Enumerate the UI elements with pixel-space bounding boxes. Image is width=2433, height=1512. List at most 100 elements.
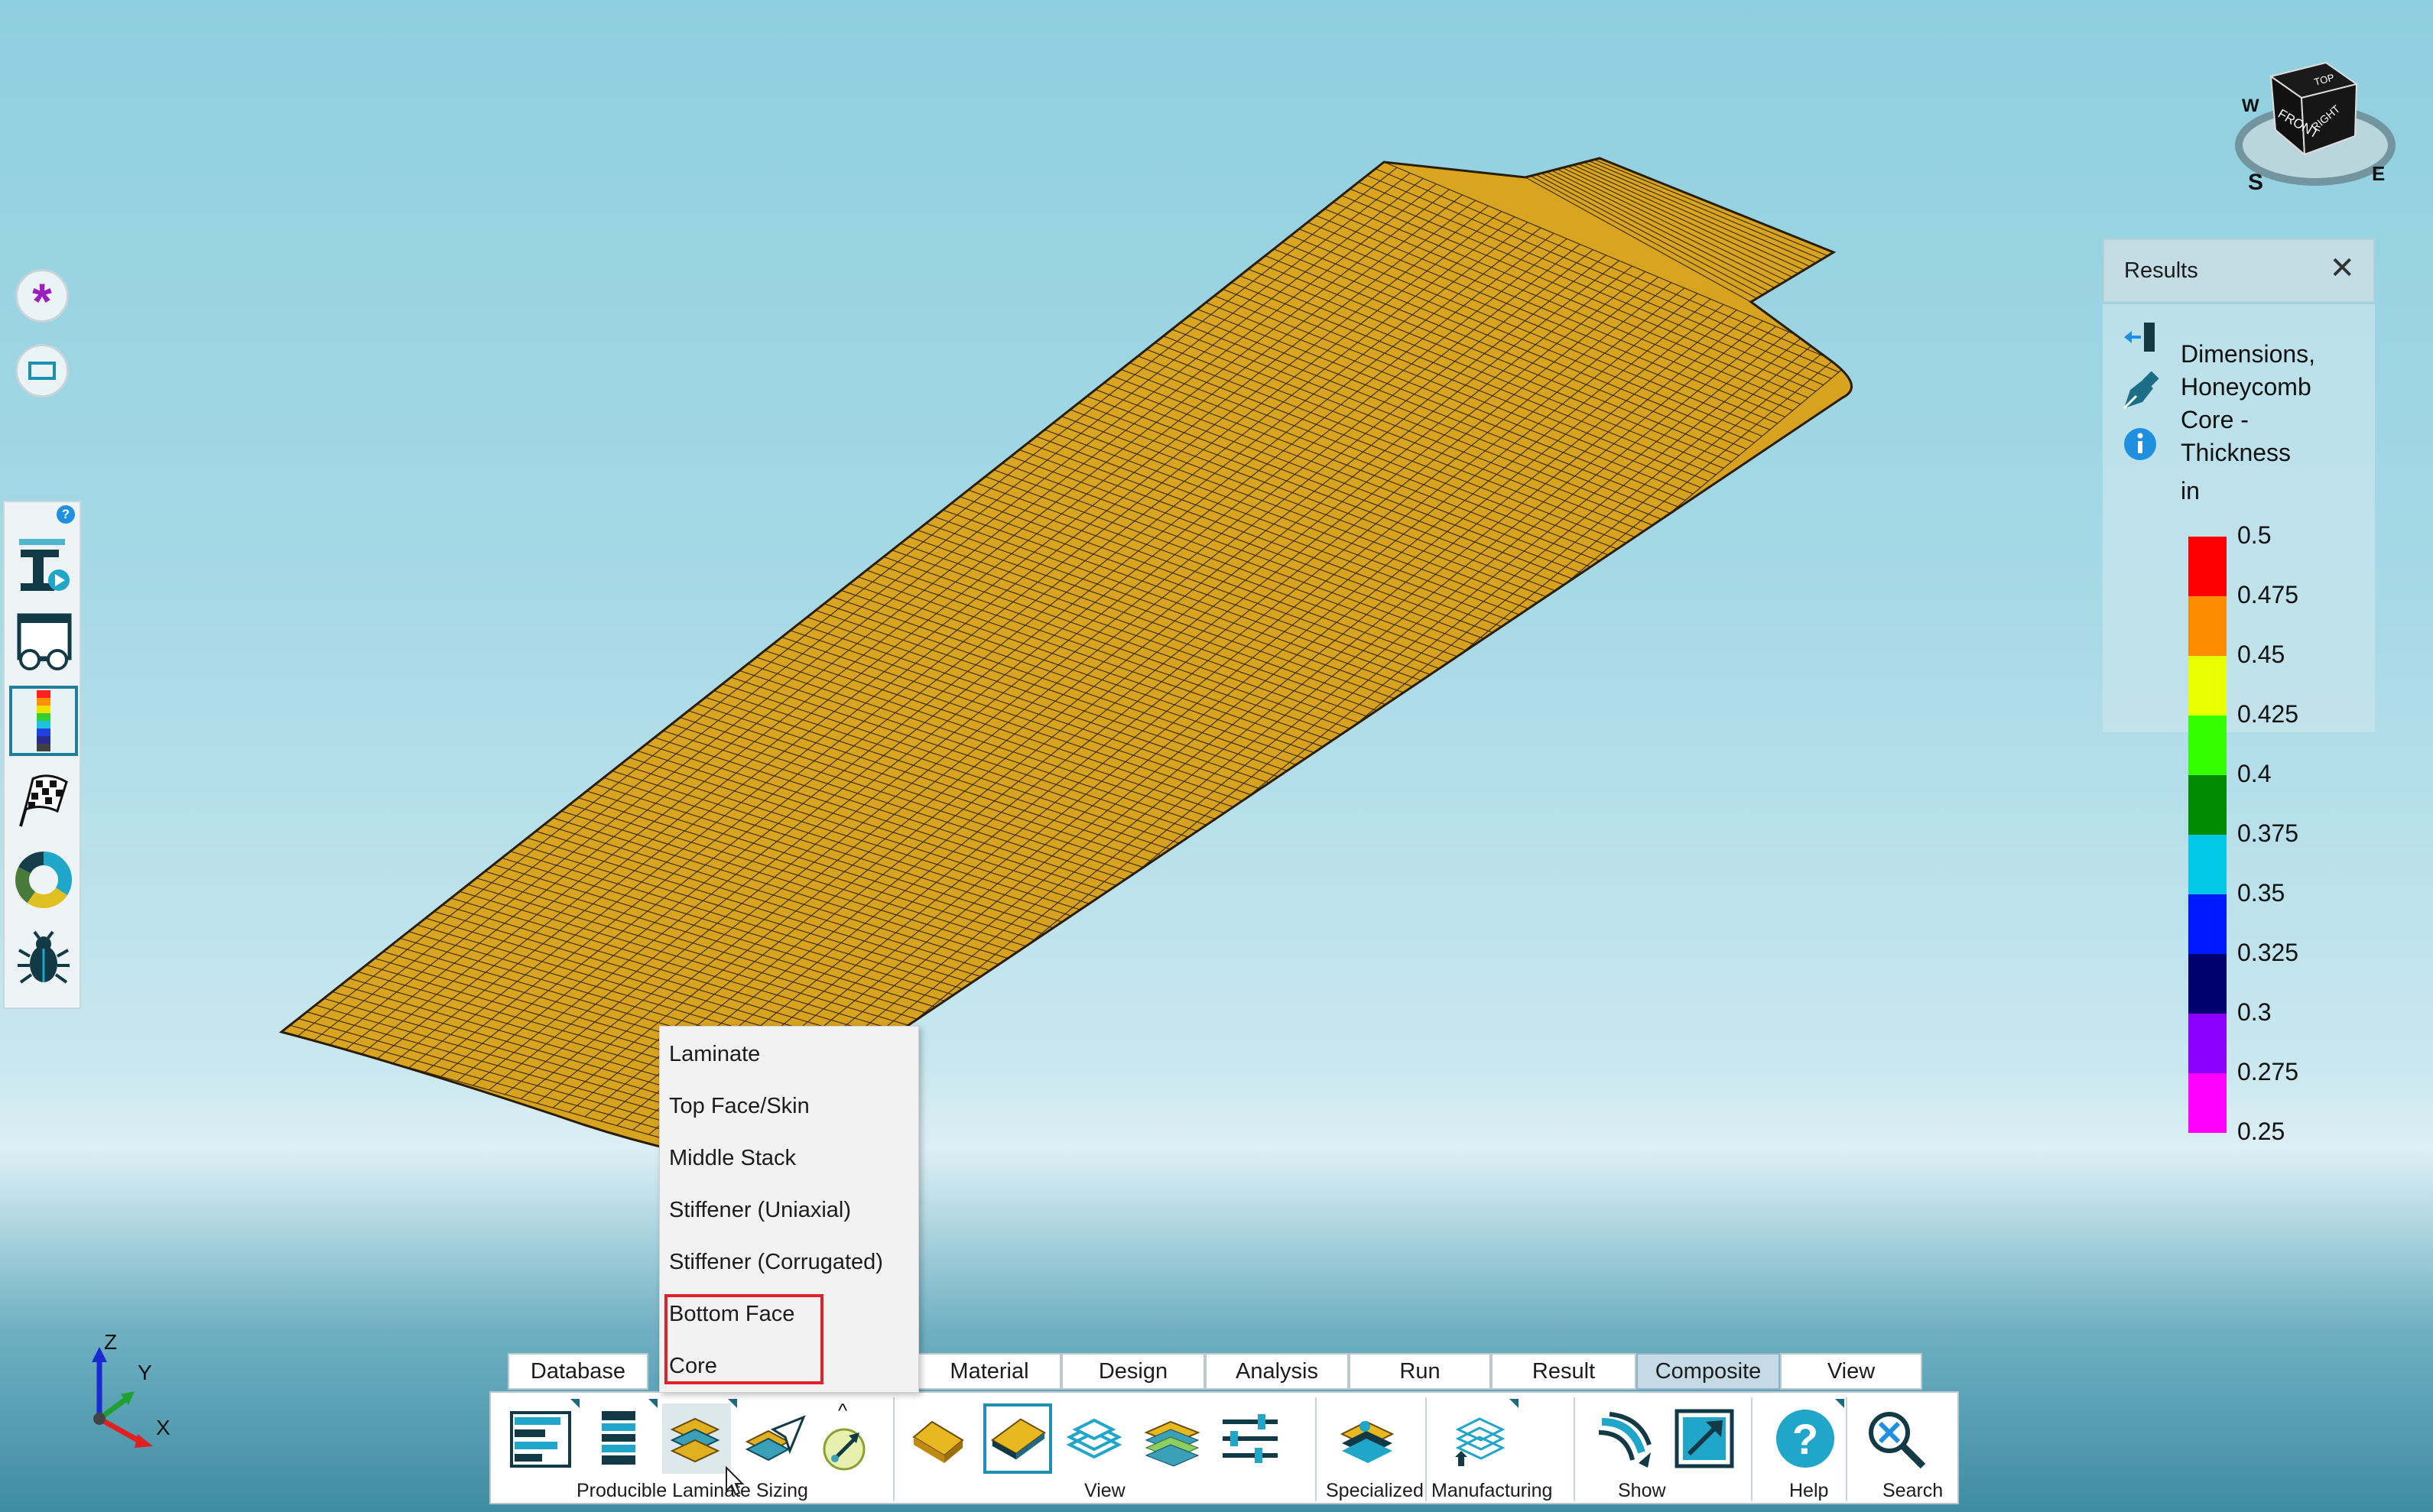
show-flow-button[interactable] [1592,1403,1661,1474]
help-badge[interactable]: ? [57,505,75,524]
group-label-manufacturing: Manufacturing [1431,1480,1553,1501]
manufacturing-button[interactable] [1445,1403,1514,1474]
asterisk-button[interactable]: * [15,269,69,326]
debug-tool[interactable] [9,924,78,994]
legend-label: 0.35 [2237,879,2285,907]
measure-arrow-icon [823,1428,866,1471]
pen-nib-icon [2123,372,2159,410]
checkered-flag-tool[interactable] [9,765,78,835]
menu-item-middle-stack[interactable]: Middle Stack [669,1146,796,1171]
curved-arrow-icon [1598,1412,1652,1468]
compass-west-label: W [2242,96,2259,116]
legend-swatch [2188,954,2227,1014]
close-icon[interactable]: ✕ [2329,251,2355,286]
mesh-line [552,255,1606,1108]
legend-label: 0.25 [2237,1118,2285,1145]
help-button[interactable]: ? [1771,1403,1840,1474]
tab-design[interactable]: Design [1061,1353,1205,1390]
group-label-specialized: Specialized [1326,1480,1424,1501]
manufacturing-layers-icon [1455,1417,1506,1466]
edit-result-button[interactable] [2118,370,2162,414]
layered-table-icon [510,1411,571,1468]
results-title: Results [2124,258,2198,283]
legend-label: 0.275 [2237,1058,2299,1085]
layered-plies-icon [670,1417,720,1463]
outline-plies-icon [1066,1418,1122,1459]
legend-label: 0.325 [2237,939,2299,966]
compass-south-label: S [2248,170,2263,195]
legend-swatch [2188,1073,2227,1133]
group-label-view: View [1084,1480,1126,1501]
search-button[interactable] [1861,1403,1930,1474]
view-settings-button[interactable] [1216,1403,1285,1474]
legend-label: 0.4 [2237,760,2272,787]
result-description-line: Honeycomb [2181,373,2311,401]
tab-material[interactable]: Material [918,1353,1061,1390]
tab-analysis[interactable]: Analysis [1205,1353,1349,1390]
collapse-group-button[interactable]: ^ [812,1399,881,1474]
axis-y-label: Y [138,1361,152,1384]
mouse-cursor-icon [726,1466,745,1496]
donut-chart-tool[interactable] [9,845,78,915]
tab-run[interactable]: Run [1349,1353,1491,1390]
result-description-line: Thickness [2181,439,2292,466]
view-cube[interactable]: TOP FRONT RIGHT S E W [2225,46,2401,206]
result-description-line: Core - [2181,406,2249,433]
stack-button[interactable] [584,1403,653,1474]
menu-item-top-face-skin[interactable]: Top Face/Skin [669,1094,810,1119]
specialized-plies-icon [1340,1420,1395,1463]
axis-x-label: X [156,1416,171,1439]
compass-east-label: E [2372,162,2385,185]
ply-send-button[interactable] [740,1403,809,1474]
ibeam-run-tool[interactable] [9,528,78,599]
sliders-icon [1223,1414,1278,1463]
yellow-plies-icon [912,1420,964,1463]
menu-item-laminate[interactable]: Laminate [669,1042,760,1067]
rectangle-select-button[interactable] [15,344,69,397]
specialized-button[interactable] [1332,1403,1401,1474]
view-outline-button[interactable] [1060,1403,1129,1474]
legend-swatch [2188,775,2227,835]
menu-item-stiffener-uniaxial[interactable]: Stiffener (Uniaxial) [669,1198,851,1223]
legend-label: 0.5 [2237,521,2272,549]
laminate-family-button[interactable] [662,1403,731,1474]
arrow-left-panel-icon [2124,323,2155,352]
tab-database[interactable]: Database [508,1353,648,1390]
legend-swatch [2188,656,2227,715]
info-button[interactable] [2118,422,2162,466]
result-description-line: Dimensions, [2181,340,2316,368]
tab-composite[interactable]: Composite [1636,1353,1780,1390]
view-surface-button[interactable] [983,1403,1052,1474]
left-tool-panel: ? [3,501,81,1009]
collapse-panel-button[interactable] [2118,315,2162,359]
i-beam-play-icon [19,539,70,591]
info-icon [2124,428,2156,460]
group-label-help: Help [1789,1480,1829,1501]
mesh-line [536,249,1593,1104]
tab-result[interactable]: Result [1491,1353,1636,1390]
presentation-tool[interactable] [9,606,78,677]
axis-z-label: Z [104,1330,118,1354]
tab-view[interactable]: View [1780,1353,1922,1390]
svg-text:?: ? [1792,1415,1818,1463]
legend-swatch [2188,894,2227,954]
group-label-producible-laminate-sizing: Producible Laminate Sizing [577,1480,808,1501]
view-stacked-button[interactable] [1138,1403,1207,1474]
rectangle-select-icon [28,362,56,380]
view-plies-button[interactable] [904,1403,973,1474]
group-label-search: Search [1882,1480,1944,1501]
model-viewport[interactable] [0,0,2433,1512]
legend-tool[interactable] [9,686,78,756]
search-icon [1869,1412,1926,1469]
menu-item-stiffener-corrugated[interactable]: Stiffener (Corrugated) [669,1250,883,1275]
donut-chart-icon [15,852,72,908]
laminate-table-button[interactable] [506,1403,575,1474]
legend-label: 0.45 [2237,641,2285,668]
show-export-button[interactable] [1670,1403,1739,1474]
chevron-up-icon: ^ [838,1399,848,1422]
result-description: Dimensions, Honeycomb Core - Thickness [2181,338,2364,469]
paper-plane-plies-icon [745,1415,806,1462]
laminate-type-dropdown: Laminate Top Face/Skin Middle Stack Stif… [659,1026,919,1393]
presentation-glasses-icon [17,613,72,670]
result-unit: in [2181,477,2200,505]
